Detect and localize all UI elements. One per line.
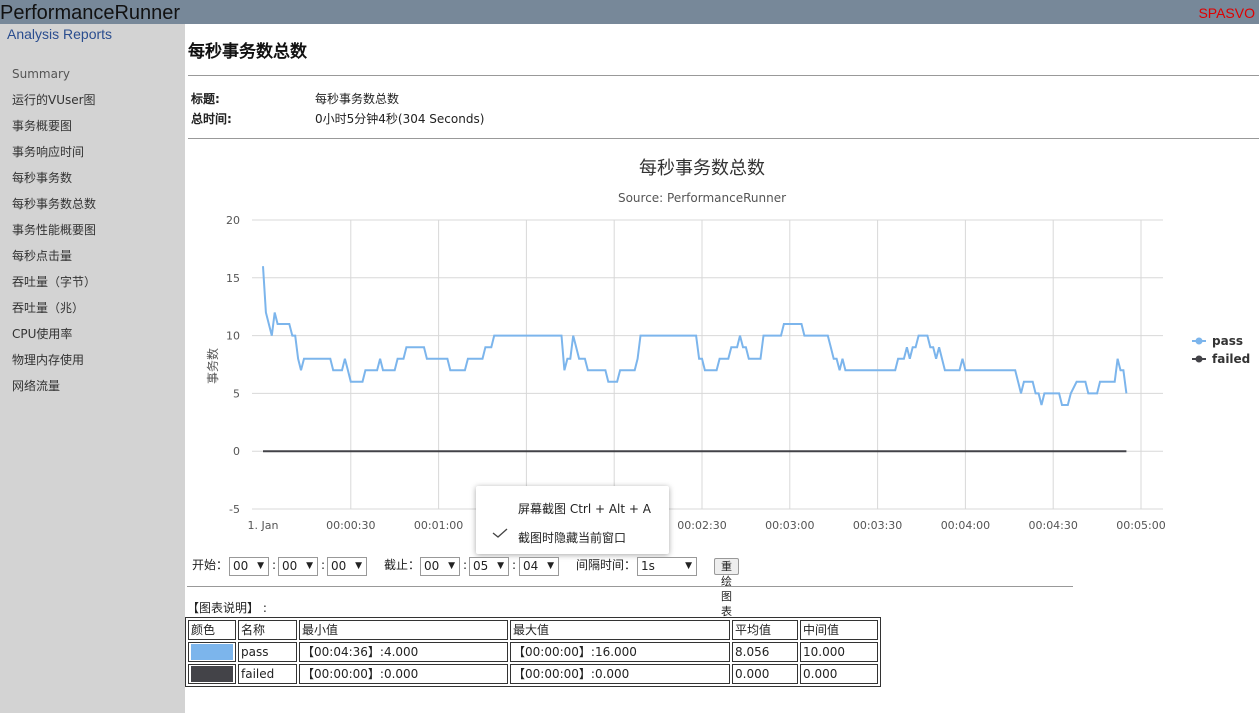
chart-title: 每秒事务数总数	[639, 158, 765, 179]
table-header-row: 颜色 名称 最小值 最大值 平均值 中间值	[188, 620, 878, 640]
top-bar: PerformanceRunner SPASVO	[0, 0, 1259, 24]
menu-item-screenshot[interactable]: 屏幕截图 Ctrl + Alt + A	[518, 500, 651, 517]
redraw-chart-button[interactable]: 重绘图表	[714, 558, 739, 618]
dropdown-arrow-icon: ▼	[448, 561, 455, 571]
interval-label: 间隔时间：	[576, 558, 637, 572]
end-label: 截止：	[384, 558, 421, 572]
divider	[187, 586, 1073, 587]
median-value: 10.000	[800, 642, 878, 662]
max-value: 【00:00:00】:16.000	[510, 642, 730, 662]
dropdown-arrow-icon: ▼	[257, 561, 264, 571]
context-menu: 屏幕截图 Ctrl + Alt + A 截图时隐藏当前窗口	[476, 486, 669, 554]
min-value: 【00:04:36】:4.000	[299, 642, 508, 662]
page-title: 每秒事务数总数	[188, 42, 307, 62]
chart-legend[interactable]: pass failed	[1192, 334, 1250, 366]
start-minute-select[interactable]: 00 ▼	[278, 557, 318, 576]
sidebar-item-summary[interactable]: Summary	[12, 66, 96, 92]
column-header: 中间值	[800, 620, 878, 640]
legend-marker-icon	[1195, 355, 1203, 363]
legend-table-title: 【图表说明】 :	[187, 601, 267, 615]
sidebar-heading: Analysis Reports	[7, 26, 113, 42]
legend-label-pass: pass	[1212, 334, 1243, 348]
column-header: 颜色	[188, 620, 236, 640]
color-swatch	[188, 664, 236, 684]
x-tick-label: 00:05:00	[1116, 519, 1165, 532]
y-tick-label: 10	[226, 330, 240, 343]
interval-select[interactable]: 1s ▼	[637, 557, 697, 576]
chart-series	[262, 266, 1128, 453]
end-hour-select[interactable]: 00 ▼	[420, 557, 460, 576]
x-tick-label: 00:03:00	[765, 519, 814, 532]
sidebar-item-running-vusers[interactable]: 运行的VUser图	[12, 92, 96, 118]
min-value: 【00:00:00】:0.000	[299, 664, 508, 684]
x-tick-label: 00:04:30	[1028, 519, 1077, 532]
series-name: pass	[238, 642, 297, 662]
start-hour-select[interactable]: 00 ▼	[229, 557, 269, 576]
table-row: pass 【00:04:36】:4.000 【00:00:00】:16.000 …	[188, 642, 878, 662]
end-second-select[interactable]: 04 ▼	[519, 557, 559, 576]
menu-item-hide-window[interactable]: 截图时隐藏当前窗口	[518, 529, 626, 546]
legend-stats-table: 颜色 名称 最小值 最大值 平均值 中间值 pass 【00:04:36】:4.…	[185, 617, 881, 687]
table-row: failed 【00:00:00】:0.000 【00:00:00】:0.000…	[188, 664, 878, 684]
x-tick-label: 00:01:00	[414, 519, 463, 532]
legend-label-failed: failed	[1212, 352, 1250, 366]
y-tick-label: -5	[229, 503, 240, 516]
color-swatch	[188, 642, 236, 662]
dropdown-arrow-icon: ▼	[306, 561, 313, 571]
series-name: failed	[238, 664, 297, 684]
info-title-value: 每秒事务数总数	[315, 92, 400, 106]
start-second-select[interactable]: 00 ▼	[327, 557, 367, 576]
check-icon	[492, 528, 508, 538]
tps-line-chart: 每秒事务数总数 Source: PerformanceRunner 事务数 -5…	[205, 158, 1250, 532]
brand-label: SPASVO	[1198, 5, 1255, 21]
x-tick-label: 00:02:30	[677, 519, 726, 532]
x-tick-label: 1. Jan	[248, 519, 279, 532]
y-tick-label: 15	[226, 272, 240, 285]
avg-value: 8.056	[732, 642, 798, 662]
chart-grid: -5051015201. Jan00:00:3000:01:0000:01:30…	[226, 214, 1166, 532]
dropdown-arrow-icon: ▼	[685, 561, 692, 571]
app-title: PerformanceRunner	[0, 2, 181, 24]
y-tick-label: 20	[226, 214, 240, 227]
max-value: 【00:00:00】:0.000	[510, 664, 730, 684]
column-header: 最小值	[299, 620, 508, 640]
dropdown-arrow-icon: ▼	[497, 561, 504, 571]
dropdown-arrow-icon: ▼	[547, 561, 554, 571]
info-title-label: 标题:	[191, 92, 220, 106]
x-tick-label: 00:03:30	[853, 519, 902, 532]
dropdown-arrow-icon: ▼	[355, 561, 362, 571]
chart-subtitle: Source: PerformanceRunner	[618, 191, 786, 205]
column-header: 最大值	[510, 620, 730, 640]
y-tick-label: 5	[233, 387, 240, 400]
divider	[188, 75, 1259, 76]
y-axis-label: 事务数	[205, 348, 220, 384]
y-tick-label: 0	[233, 445, 240, 458]
column-header: 平均值	[732, 620, 798, 640]
column-header: 名称	[238, 620, 297, 640]
start-label: 开始：	[192, 558, 229, 572]
legend-marker-icon	[1195, 337, 1203, 345]
x-tick-label: 00:00:30	[326, 519, 375, 532]
avg-value: 0.000	[732, 664, 798, 684]
x-tick-label: 00:04:00	[941, 519, 990, 532]
end-minute-select[interactable]: 05 ▼	[469, 557, 509, 576]
median-value: 0.000	[800, 664, 878, 684]
